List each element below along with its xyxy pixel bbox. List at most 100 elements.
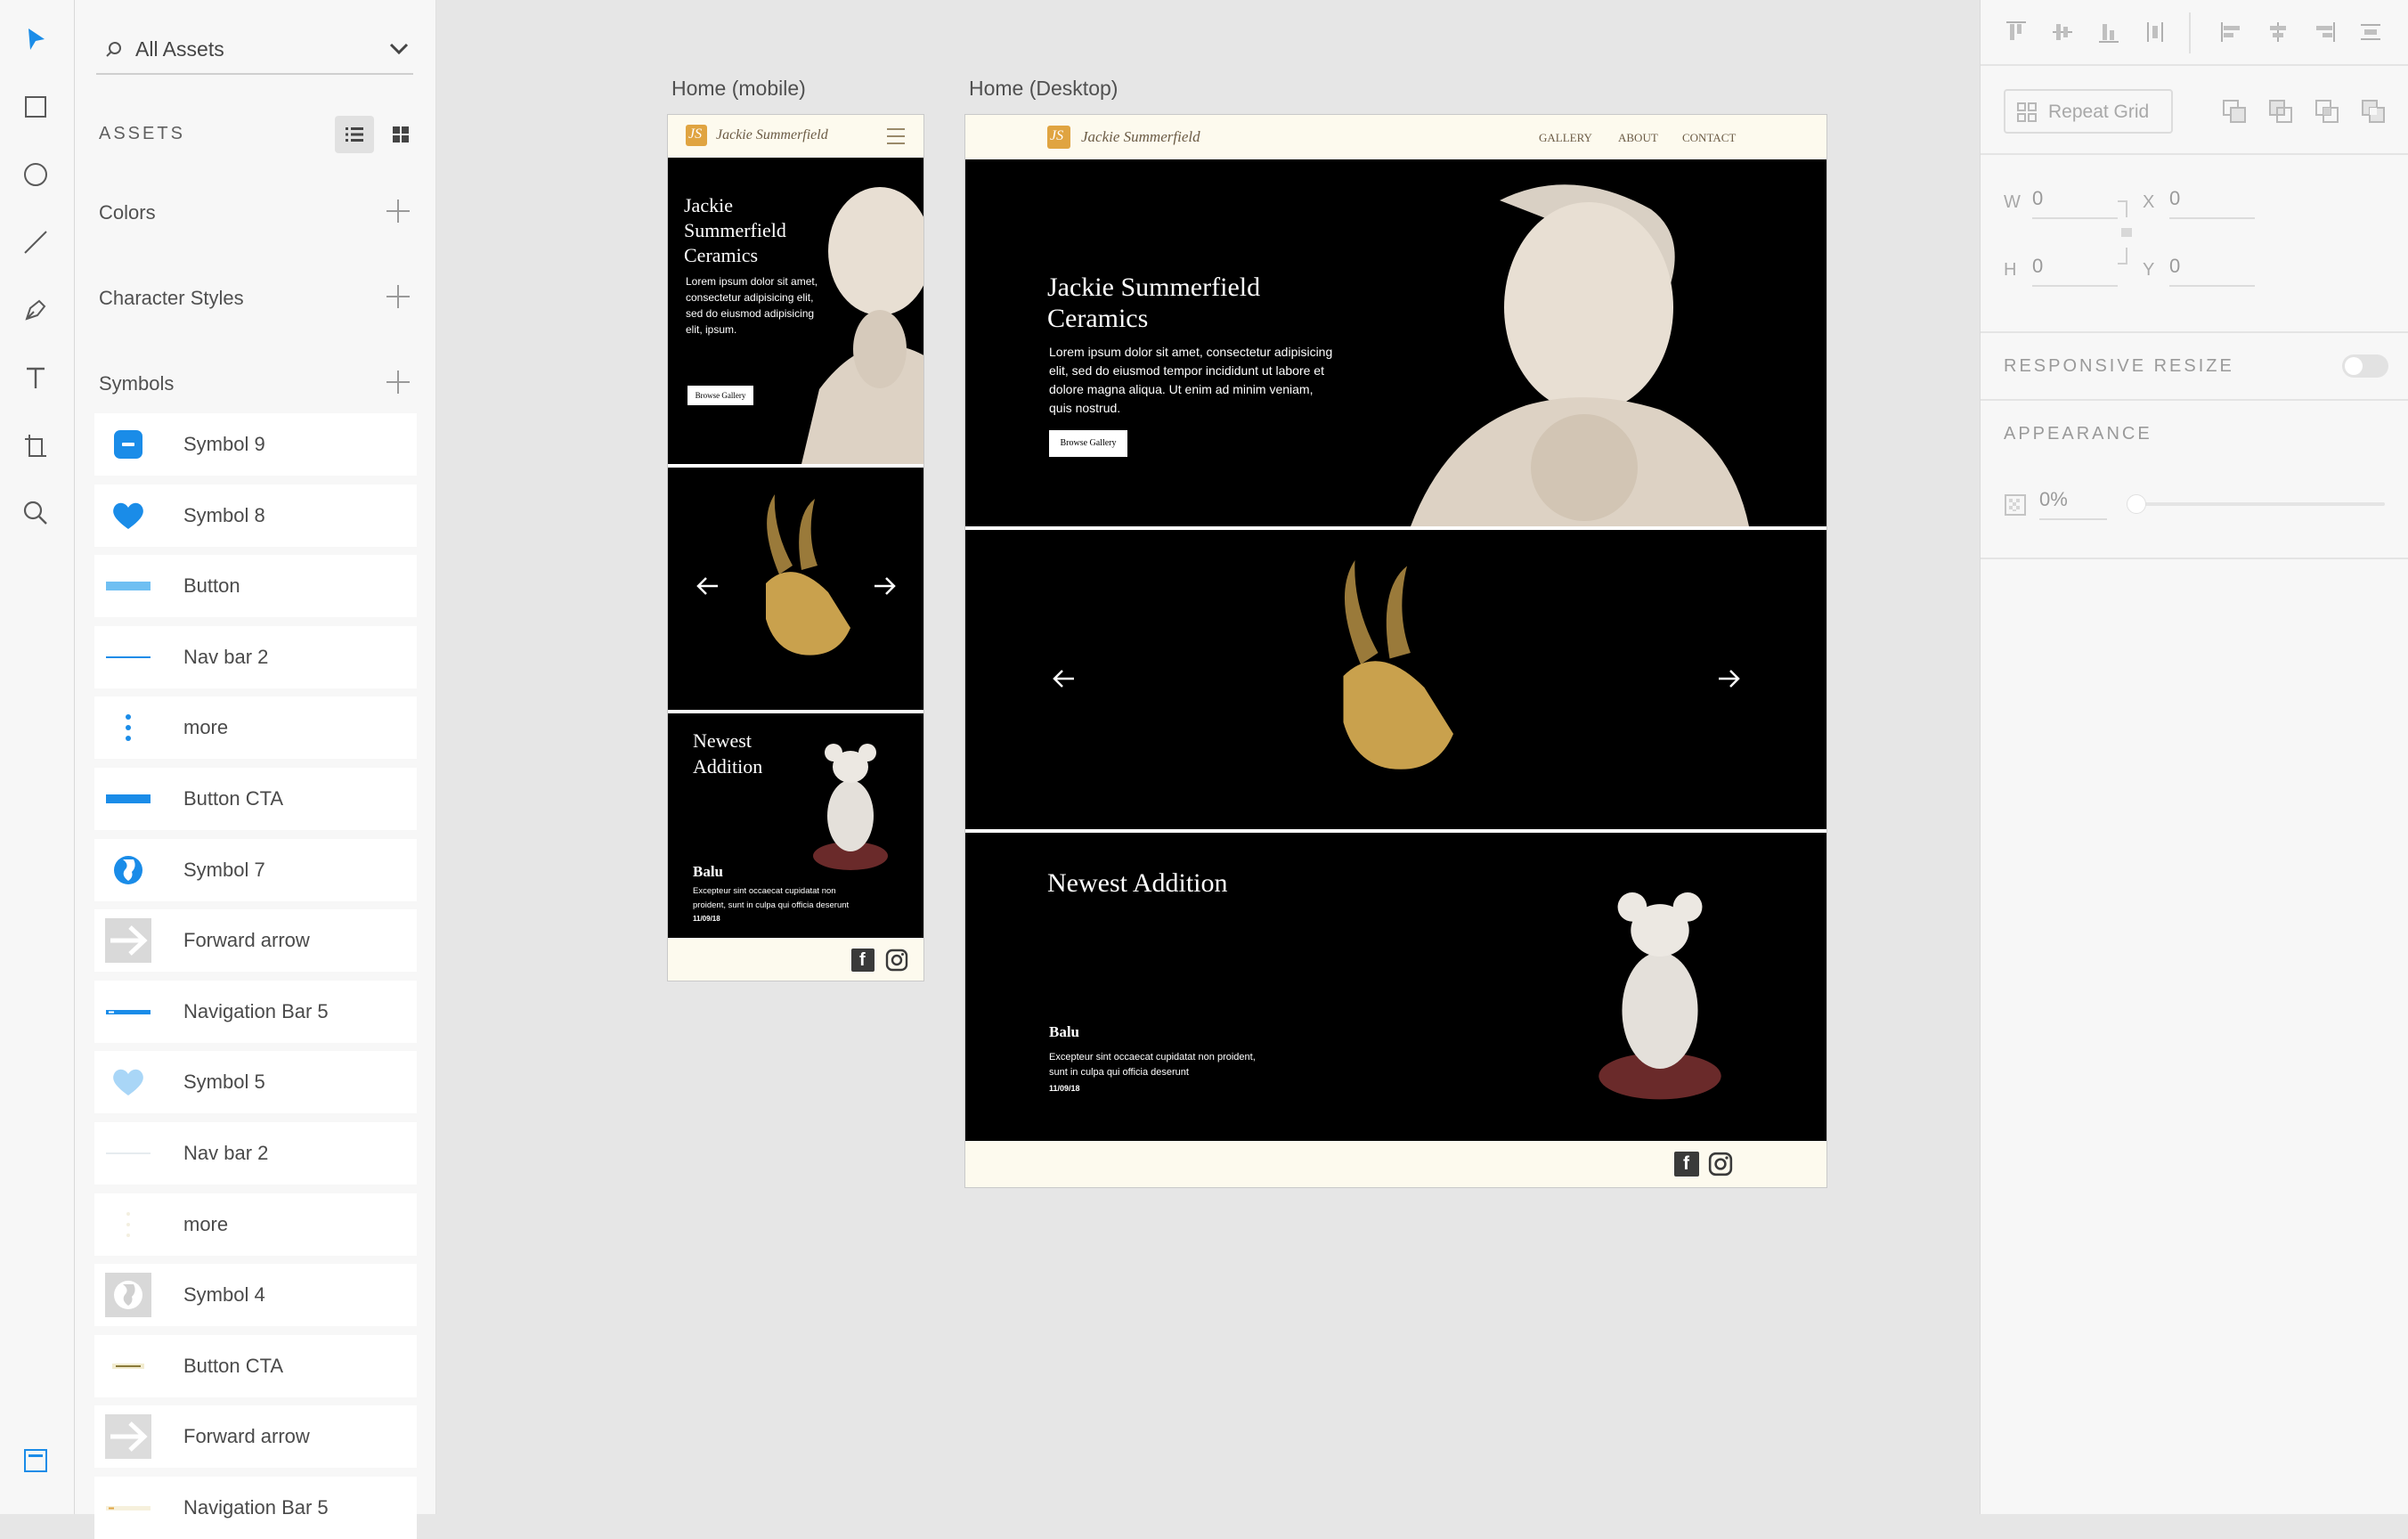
symbol-name: Navigation Bar 5 <box>183 1496 329 1519</box>
opacity-input[interactable]: 0% <box>2039 488 2107 520</box>
desktop-footer: f <box>965 1141 1826 1187</box>
chevron-down-icon <box>389 43 409 55</box>
instagram-icon[interactable] <box>885 949 908 972</box>
symbol-item[interactable]: Symbol 8 <box>94 484 417 547</box>
nav-link-about[interactable]: ABOUT <box>1618 131 1658 145</box>
ceramic-bulldog-image <box>813 744 888 870</box>
symbol-item[interactable]: Symbol 9 <box>94 413 417 476</box>
artboard-icon[interactable] <box>18 428 53 463</box>
width-label: W <box>2004 192 2021 212</box>
pen-icon[interactable] <box>18 292 53 328</box>
hamburger-menu-icon[interactable] <box>885 126 907 146</box>
tool-bar <box>0 0 75 1514</box>
mobile-item-date: 11/09/18 <box>693 915 720 923</box>
facebook-icon[interactable]: f <box>1674 1152 1699 1177</box>
width-input[interactable]: 0 <box>2032 187 2118 219</box>
property-inspector: Repeat Grid W 0 X 0 H 0 Y 0 RESPONSIVE R… <box>1980 0 2408 1514</box>
boolean-subtract-icon[interactable] <box>2267 98 2294 125</box>
align-left-icon[interactable] <box>2219 20 2244 45</box>
dots-light-symbol-icon <box>105 1202 151 1247</box>
desktop-browse-gallery-button[interactable]: Browse Gallery <box>1049 430 1127 457</box>
symbol-item[interactable]: Button CTA <box>94 1334 417 1397</box>
design-canvas[interactable]: Home (mobile) JS Jackie Summerfield Jack… <box>437 0 1980 1514</box>
align-center-icon[interactable] <box>2266 20 2290 45</box>
carousel-back-arrow-icon[interactable] <box>1051 667 1078 690</box>
list-view-button[interactable] <box>335 116 374 153</box>
distribute-vertical-icon[interactable] <box>2358 20 2383 45</box>
mobile-browse-gallery-button[interactable]: Browse Gallery <box>687 386 753 405</box>
symbol-item[interactable]: Symbol 4 <box>94 1264 417 1327</box>
artboard-mobile[interactable]: JS Jackie Summerfield Jackie Summerfield… <box>667 114 924 981</box>
grid-view-button[interactable] <box>381 116 420 153</box>
add-color-icon[interactable] <box>386 200 410 223</box>
repeat-grid-button[interactable]: Repeat Grid <box>2004 89 2173 134</box>
appearance-label: APPEARANCE <box>2004 424 2152 444</box>
distribute-horizontal-icon[interactable] <box>2143 20 2168 45</box>
align-middle-icon[interactable] <box>2050 20 2075 45</box>
nav-link-contact[interactable]: CONTACT <box>1682 131 1736 145</box>
align-bottom-icon[interactable] <box>2096 20 2121 45</box>
character-styles-section-title: Character Styles <box>99 287 244 309</box>
symbol-item[interactable]: Symbol 5 <box>94 1051 417 1114</box>
navbar-light-symbol-icon <box>105 1486 151 1530</box>
select-icon[interactable] <box>18 21 53 57</box>
symbol-name: Symbol 8 <box>183 503 265 526</box>
artboard-label-mobile[interactable]: Home (mobile) <box>671 77 806 101</box>
symbol-item[interactable]: Symbol 7 <box>94 838 417 901</box>
line-icon[interactable] <box>18 224 53 260</box>
symbol-name: Button <box>183 574 240 598</box>
symbol-name: Symbol 4 <box>183 1283 265 1307</box>
repeat-grid-icon <box>2017 102 2037 122</box>
artboard-desktop[interactable]: JS Jackie Summerfield GALLERY ABOUT CONT… <box>964 114 1827 1188</box>
symbol-item[interactable]: Forward arrow <box>94 909 417 973</box>
opacity-slider[interactable] <box>2127 494 2385 514</box>
symbol-name: Forward arrow <box>183 929 310 952</box>
symbol-name: Nav bar 2 <box>183 645 269 668</box>
symbol-item[interactable]: Navigation Bar 5 <box>94 980 417 1043</box>
cta-light-symbol-icon <box>105 1344 151 1388</box>
symbol-name: Navigation Bar 5 <box>183 999 329 1022</box>
symbol-item[interactable]: Button CTA <box>94 768 417 830</box>
facebook-icon[interactable]: f <box>851 949 875 972</box>
x-label: X <box>2143 192 2155 212</box>
boolean-intersect-icon[interactable] <box>2314 98 2340 125</box>
zoom-icon[interactable] <box>18 495 53 531</box>
symbol-item[interactable]: Navigation Bar 5 <box>94 1477 417 1539</box>
ellipse-icon[interactable] <box>18 157 53 192</box>
add-symbol-icon[interactable] <box>386 370 410 394</box>
height-input[interactable]: 0 <box>2032 255 2118 287</box>
carousel-forward-arrow-icon[interactable] <box>871 574 898 598</box>
symbol-item[interactable]: Forward arrow <box>94 1405 417 1469</box>
boolean-add-icon[interactable] <box>2221 98 2248 125</box>
x-input[interactable]: 0 <box>2169 187 2255 219</box>
y-input[interactable]: 0 <box>2169 255 2255 287</box>
carousel-forward-arrow-icon[interactable] <box>1715 667 1742 690</box>
artboard-label-desktop[interactable]: Home (Desktop) <box>969 77 1118 101</box>
symbol-item[interactable]: more <box>94 1193 417 1256</box>
instagram-icon[interactable] <box>1708 1152 1733 1177</box>
heart-symbol-icon <box>105 493 151 538</box>
symbol-item[interactable]: Nav bar 2 <box>94 625 417 688</box>
opacity-slider-thumb[interactable] <box>2127 494 2146 514</box>
assets-panel-icon[interactable] <box>18 1443 53 1478</box>
brand-logo-icon: JS <box>686 125 707 146</box>
symbol-name: more <box>183 716 229 739</box>
search-icon <box>106 42 121 57</box>
mobile-brand-name: Jackie Summerfield <box>716 127 828 142</box>
add-character-style-icon[interactable] <box>386 285 410 308</box>
carousel-back-arrow-icon[interactable] <box>695 574 721 598</box>
responsive-resize-toggle[interactable] <box>2342 354 2388 378</box>
symbol-item[interactable]: more <box>94 696 417 760</box>
boolean-exclude-icon[interactable] <box>2360 98 2387 125</box>
symbol-item[interactable]: Button <box>94 555 417 618</box>
asset-filter-dropdown[interactable]: All Assets <box>96 28 413 75</box>
symbol-item[interactable]: Nav bar 2 <box>94 1122 417 1185</box>
align-right-icon[interactable] <box>2312 20 2337 45</box>
align-top-icon[interactable] <box>2004 20 2029 45</box>
rectangle-icon[interactable] <box>18 89 53 125</box>
symbol-name: Nav bar 2 <box>183 1142 269 1164</box>
nav-link-gallery[interactable]: GALLERY <box>1539 131 1592 145</box>
mobile-hero-title: Jackie Summerfield Ceramics <box>684 194 786 266</box>
text-icon[interactable] <box>18 360 53 395</box>
gold-antelope-image <box>1343 560 1453 770</box>
